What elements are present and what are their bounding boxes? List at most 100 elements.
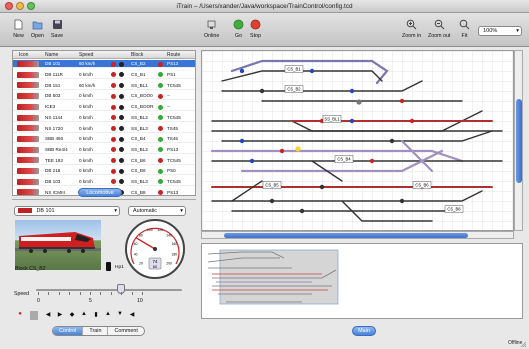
table-row[interactable]: SBB Re4/4 0 km/h SS_BL2 PS13 — [13, 146, 195, 154]
sensor-icon[interactable] — [349, 118, 355, 124]
toolbar: New Open Save Online Go Stop Zoom in Zoo… — [0, 13, 529, 47]
sensor-icon[interactable] — [279, 148, 285, 154]
zoom-window-icon[interactable] — [27, 2, 35, 10]
sensor-icon[interactable] — [369, 158, 375, 164]
save-button[interactable]: Save — [51, 19, 63, 39]
slider-tick — [79, 292, 81, 295]
block-label[interactable]: CS_B6 — [415, 183, 429, 188]
loco-name: NS ICMIII — [45, 189, 65, 195]
block-label[interactable]: CS_B1 — [287, 67, 301, 72]
layout-vertical-scrollbar[interactable] — [514, 50, 523, 231]
whistle-icon[interactable]: ▲ — [80, 311, 88, 320]
loco-speed: 60 km/h — [79, 82, 96, 88]
locomotive-table[interactable]: Icon Name Speed Block Route DB 101 60 km/… — [12, 50, 196, 196]
zoom-fit-icon — [459, 19, 470, 30]
table-row[interactable]: DB 103 0 km/h SS_BL3 TC545 — [13, 178, 195, 187]
loco-speed: 0 km/h — [79, 146, 93, 152]
main-button[interactable]: Main — [352, 326, 376, 336]
block-label[interactable]: SS_BL1 — [324, 117, 340, 122]
sensor-icon[interactable] — [349, 88, 355, 94]
mode-select[interactable]: Automatic ▾ — [128, 206, 186, 216]
loco-thumbnail-icon — [17, 103, 39, 110]
app-window: iTrain – /Users/xander/Java/workspace/Tr… — [0, 0, 529, 349]
loco-thumbnail-icon[interactable] — [30, 311, 38, 320]
light-icon — [119, 115, 124, 121]
coupler-icon[interactable]: ▮ — [92, 311, 100, 320]
loco-name: DB 218 — [45, 168, 61, 174]
direction-icon[interactable]: ◀ — [128, 311, 136, 320]
sensor-icon[interactable] — [259, 88, 265, 94]
table-row[interactable]: DB 151 60 km/h SS_BL1 TC545 — [13, 81, 195, 90]
route-status-icon — [158, 147, 163, 153]
loco-select[interactable]: DB 101 ▾ — [14, 206, 120, 216]
block-label[interactable]: CS_B5 — [265, 183, 279, 188]
online-button[interactable]: Online — [204, 19, 219, 39]
table-row[interactable]: DB 218 0 km/h CS_B6 PS0 — [13, 167, 195, 176]
block-label[interactable]: CS_B4 — [337, 157, 351, 162]
chevron-down-icon: ▾ — [180, 208, 183, 214]
route-status-icon — [158, 72, 163, 78]
sensor-icon[interactable] — [399, 198, 405, 204]
window-title: iTrain – /Users/xander/Java/workspace/Tr… — [176, 3, 353, 10]
zoom-in-button[interactable]: Zoom in — [402, 19, 421, 39]
zoom-out-button[interactable]: Zoom out — [428, 19, 450, 39]
speed-slider-track[interactable] — [36, 289, 182, 291]
horn-icon[interactable]: ◀ — [44, 311, 52, 320]
table-row[interactable]: ICE3 0 km/h CS_BOOR -- — [13, 103, 195, 112]
resize-grip-icon[interactable] — [520, 341, 527, 348]
block-label[interactable]: CS_B8 — [447, 207, 461, 212]
sensor-icon[interactable] — [239, 68, 245, 74]
sensor-icon[interactable] — [269, 198, 275, 204]
loco-name: DB 503 — [45, 93, 61, 99]
tab-control[interactable]: Control — [53, 327, 84, 335]
table-row[interactable]: NS 1720 0 km/h SS_BL3 TS45 — [13, 124, 195, 133]
tab-train[interactable]: Train — [83, 327, 109, 335]
table-row[interactable]: DB 111R 0 km/h CS_B1 PS1 — [13, 71, 195, 80]
sensor-icon[interactable] — [389, 138, 395, 144]
open-button[interactable]: Open — [31, 19, 44, 39]
table-row[interactable]: SBB 460 0 km/h CS_B4 TS45 — [13, 135, 195, 144]
sensor-icon[interactable] — [399, 98, 405, 104]
slider-mid-label: 5 — [89, 298, 92, 304]
block-label[interactable]: CS_B2 — [287, 87, 301, 92]
stop-button[interactable]: Stop — [250, 19, 261, 39]
sensor-icon[interactable] — [239, 138, 245, 144]
minimize-window-icon[interactable] — [16, 2, 24, 10]
sensor-icon[interactable] — [309, 68, 315, 74]
go-button[interactable]: Go — [233, 19, 244, 39]
light-icon[interactable]: ● — [16, 311, 24, 320]
sensor-icon[interactable] — [409, 118, 415, 124]
speed-tick-label: 180 — [171, 253, 177, 257]
sensor-icon[interactable] — [299, 208, 305, 214]
layout-horizontal-scrollbar[interactable] — [201, 231, 514, 239]
route-status-icon — [158, 136, 163, 142]
direction-icon — [111, 83, 116, 89]
table-row[interactable]: DB 101 60 km/h CS_B2 PS13 — [13, 60, 195, 69]
zoom-level-select[interactable]: 100% ▾ — [478, 26, 522, 36]
new-button[interactable]: New — [13, 19, 24, 39]
locomotive-button[interactable]: Locomotive — [78, 188, 122, 197]
column-header-name[interactable]: Name — [45, 52, 58, 58]
track-layout-canvas[interactable]: CS_B1 CS_B2 SS_BL1 CS_B4 CS_B5 CS_B6 CS_B8 — [201, 50, 514, 231]
sensor-icon[interactable] — [319, 184, 325, 190]
sensor-icon[interactable] — [249, 158, 255, 164]
shunting-icon[interactable]: ▲ — [104, 311, 112, 320]
loco-name: DB 111R — [45, 72, 63, 78]
bell-icon[interactable]: ◆ — [68, 311, 76, 320]
sound-icon[interactable]: ▶ — [56, 311, 64, 320]
column-header-speed[interactable]: Speed — [79, 52, 93, 58]
scroll-thumb[interactable] — [516, 99, 522, 183]
table-row[interactable]: NS 1144 0 km/h SS_BL2 TC545 — [13, 114, 195, 122]
layout-overview[interactable] — [201, 243, 523, 319]
table-row[interactable]: DB 503 0 km/h CS_BOO0 -- — [13, 92, 195, 101]
column-header-block[interactable]: Block — [131, 52, 143, 58]
scroll-thumb[interactable] — [224, 233, 468, 238]
tab-comment[interactable]: Comment — [108, 327, 143, 335]
column-header-icon[interactable]: Icon — [19, 52, 28, 58]
pantograph-icon[interactable]: ▼ — [116, 311, 124, 320]
table-row[interactable]: TEE 193 0 km/h CS_B6 TC545 — [13, 156, 195, 165]
fit-button[interactable]: Fit — [459, 19, 470, 39]
block-label: Block CS_B2 — [15, 266, 46, 272]
close-window-icon[interactable] — [5, 2, 13, 10]
column-header-route[interactable]: Route — [167, 52, 180, 58]
